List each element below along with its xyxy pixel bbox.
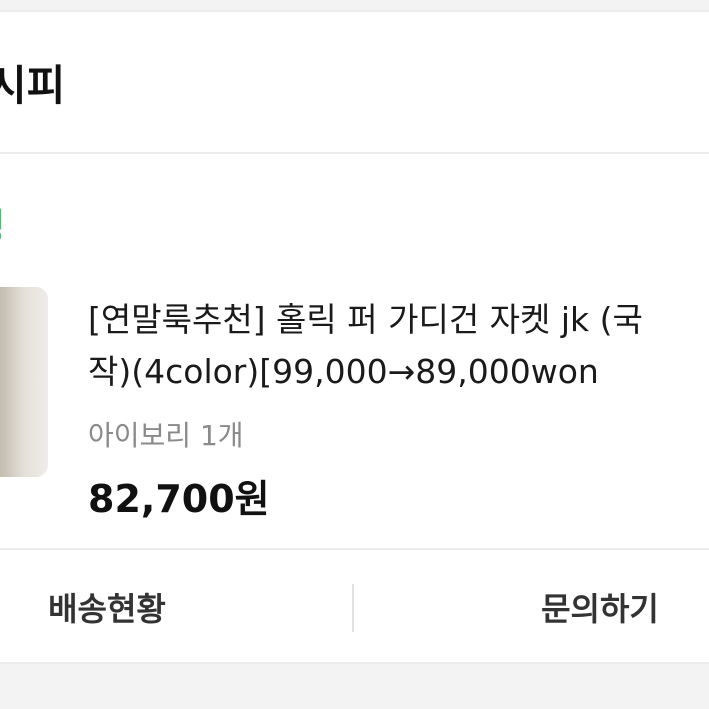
order-status: 정 bbox=[0, 198, 5, 250]
store-name[interactable]: 시피 bbox=[0, 52, 65, 113]
action-divider bbox=[352, 584, 354, 632]
product-title-line-2: 작)(4color)[99,000→89,000won bbox=[88, 352, 599, 391]
product-title-line-1: [연말룩추천] 홀릭 퍼 가디건 자켓 jk (국 bbox=[88, 300, 643, 339]
action-bar: 배송현황 문의하기 bbox=[0, 548, 709, 662]
product-price: 82,700원 bbox=[88, 477, 270, 521]
product-option: 아이보리 1개 bbox=[88, 419, 244, 452]
product-thumbnail[interactable] bbox=[0, 287, 48, 477]
delivery-status-button[interactable]: 배송현황 bbox=[0, 550, 214, 662]
product-title[interactable]: [연말룩추천] 홀릭 퍼 가디건 자켓 jk (국 작)(4color)[99,… bbox=[88, 294, 709, 398]
store-header[interactable]: 시피 bbox=[0, 12, 709, 154]
order-card: 시피 정 [연말룩추천] 홀릭 퍼 가디건 자켓 jk (국 작)(4color… bbox=[0, 10, 709, 664]
inquiry-button[interactable]: 문의하기 bbox=[495, 550, 705, 662]
